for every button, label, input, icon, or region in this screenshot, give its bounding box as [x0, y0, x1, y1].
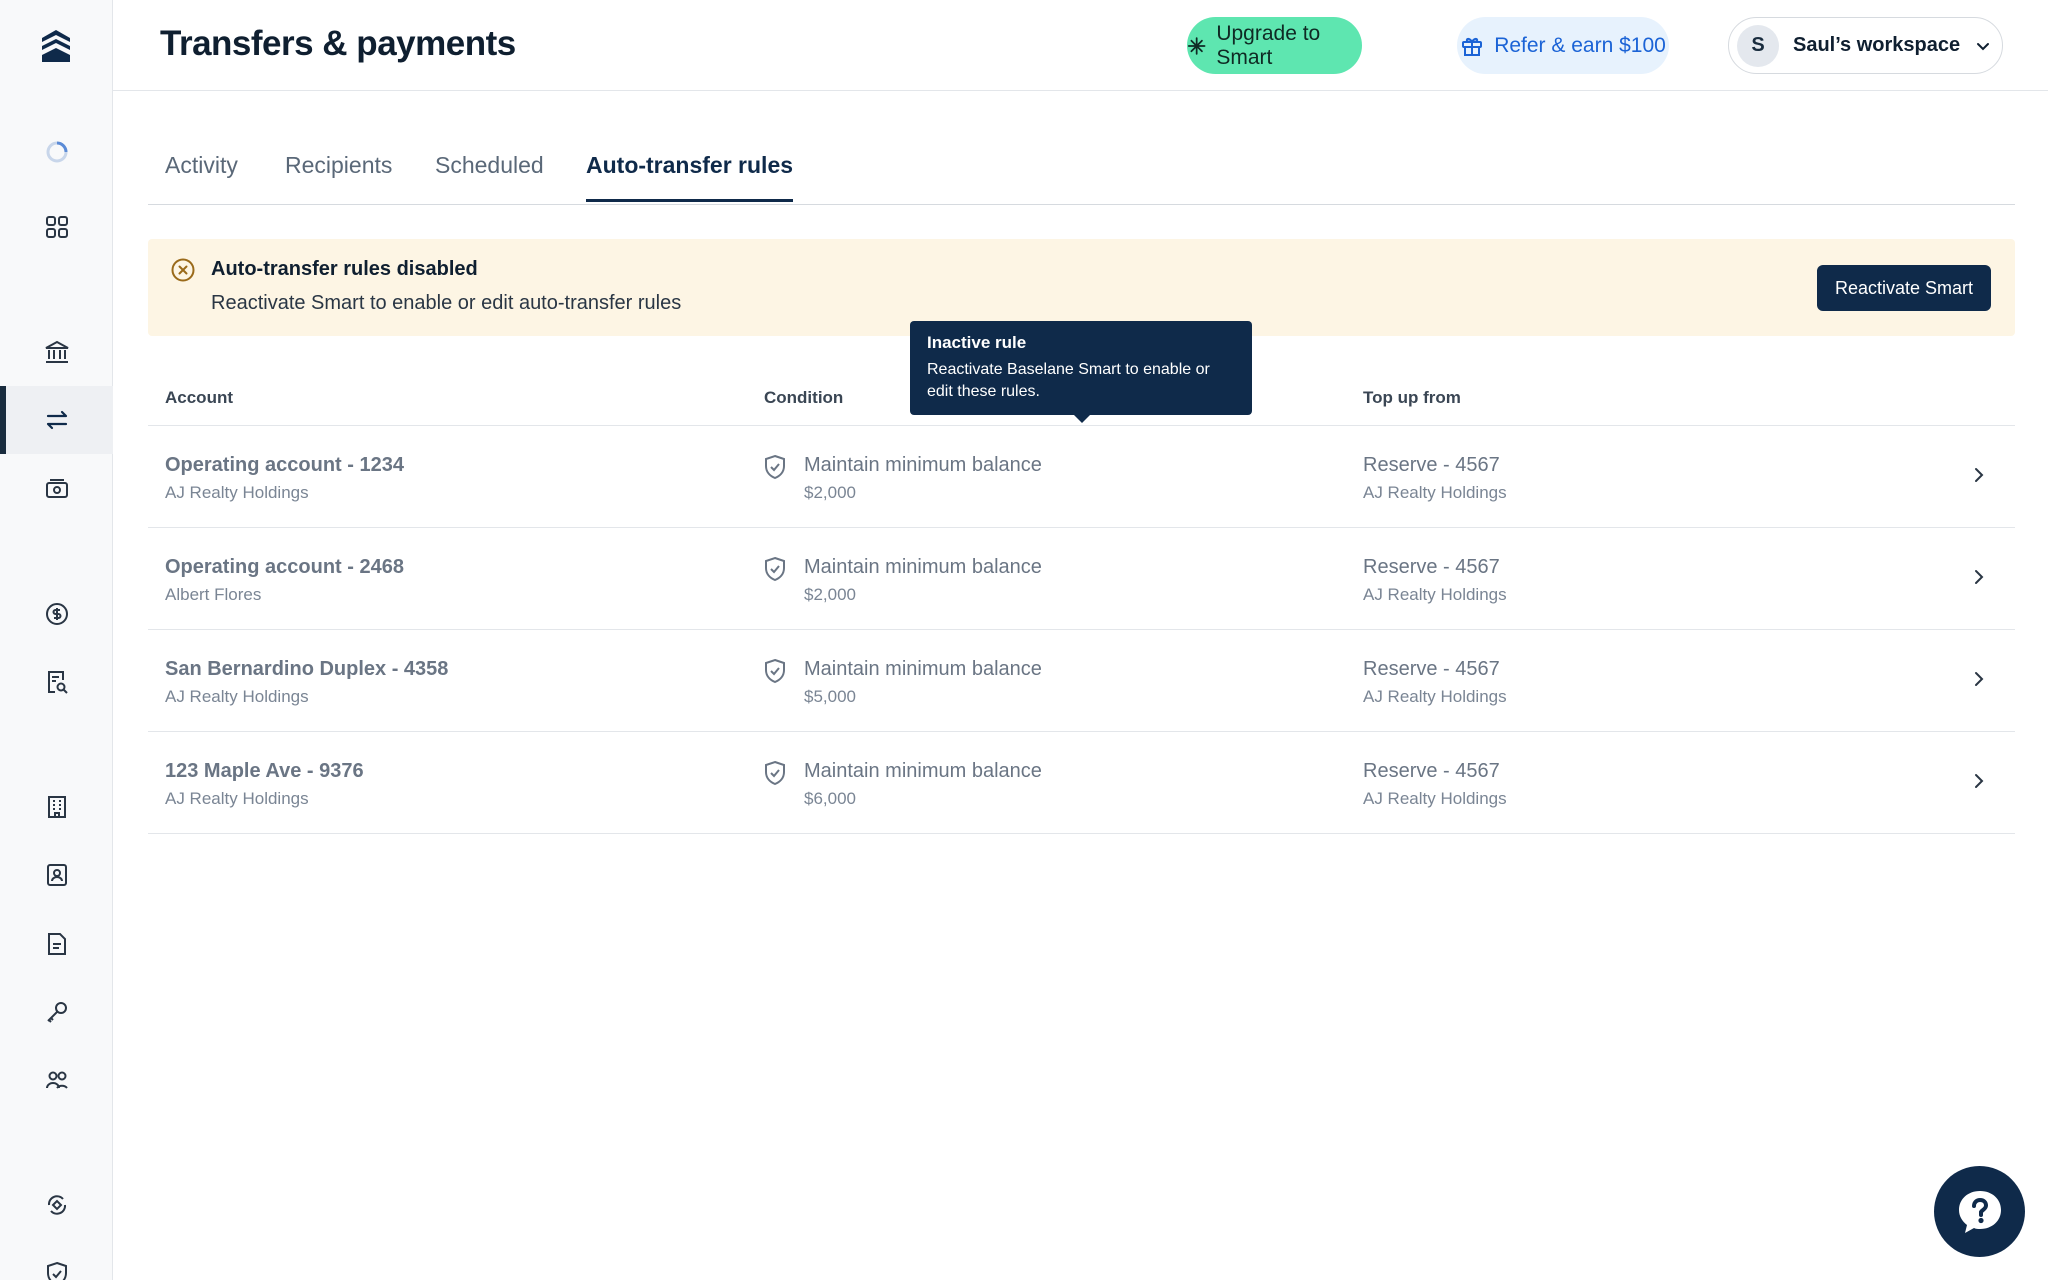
chevron-right-icon[interactable] — [1968, 668, 1990, 690]
gift-icon — [1462, 37, 1483, 56]
banner-title: Auto-transfer rules disabled — [211, 258, 478, 280]
condition-text: Maintain minimum balance — [804, 658, 1042, 680]
logo-icon[interactable] — [38, 28, 74, 64]
upgrade-label: Upgrade to Smart — [1216, 21, 1321, 69]
building-icon[interactable] — [0, 773, 113, 841]
account-owner: AJ Realty Holdings — [165, 789, 309, 808]
chevron-down-icon — [1977, 42, 1990, 50]
partner-icon[interactable] — [0, 1171, 113, 1239]
account-name: San Bernardino Duplex - 4358 — [165, 658, 449, 680]
shield-check-icon[interactable] — [0, 1240, 113, 1280]
source-owner: AJ Realty Holdings — [1363, 789, 1507, 808]
account-name: Operating account - 1234 — [165, 454, 404, 476]
tab-auto-transfer-rules[interactable]: Auto-transfer rules — [586, 152, 794, 202]
column-header-topup: Top up from — [1363, 388, 1461, 407]
cash-icon[interactable] — [0, 455, 113, 523]
tab-scheduled[interactable]: Scheduled — [435, 152, 544, 199]
source-account: Reserve - 4567 — [1363, 760, 1500, 782]
sidebar — [0, 0, 113, 1280]
receipt-search-icon[interactable] — [0, 648, 113, 716]
shield-check-icon — [765, 556, 785, 582]
rules-table: Account Condition Top up from Operating … — [148, 374, 2015, 834]
condition-amount: $5,000 — [804, 687, 856, 706]
top-header: Transfers & payments Upgrade to Smart Re… — [113, 0, 2048, 91]
reactivate-smart-button[interactable]: Reactivate Smart — [1817, 265, 1991, 311]
table-row[interactable]: 123 Maple Ave - 9376 AJ Realty Holdings … — [148, 732, 2015, 834]
tab-activity[interactable]: Activity — [165, 152, 238, 199]
help-chat-button[interactable] — [1934, 1166, 2025, 1257]
workspace-name: Saul’s workspace — [1793, 34, 1961, 56]
tab-recipients[interactable]: Recipients — [285, 152, 392, 199]
chevron-right-icon[interactable] — [1968, 464, 1990, 486]
source-account: Reserve - 4567 — [1363, 454, 1500, 476]
help-chat-icon — [1958, 1190, 2001, 1233]
dashboard-icon[interactable] — [0, 193, 113, 261]
transfers-icon[interactable] — [0, 386, 113, 454]
inactive-rule-tooltip: Inactive rule Reactivate Baselane Smart … — [910, 321, 1252, 423]
condition-amount: $6,000 — [804, 789, 856, 808]
source-owner: AJ Realty Holdings — [1363, 585, 1507, 604]
tooltip-body: Reactivate Baselane Smart to enable or e… — [927, 361, 1210, 400]
shield-check-icon — [765, 658, 785, 684]
avatar: S — [1737, 24, 1779, 67]
condition-amount: $2,000 — [804, 483, 856, 502]
key-icon[interactable] — [0, 978, 113, 1046]
shield-check-icon — [765, 760, 785, 786]
page-title: Transfers & payments — [160, 24, 516, 63]
account-name: Operating account - 2468 — [165, 556, 404, 578]
condition-text: Maintain minimum balance — [804, 454, 1042, 476]
document-icon[interactable] — [0, 910, 113, 978]
table-row[interactable]: Operating account - 1234 AJ Realty Holdi… — [148, 426, 2015, 528]
chevron-right-icon[interactable] — [1968, 566, 1990, 588]
refer-label: Refer & earn $100 — [1494, 33, 1666, 57]
bank-icon[interactable] — [0, 318, 113, 386]
sparkle-icon — [1187, 36, 1206, 55]
account-owner: AJ Realty Holdings — [165, 483, 309, 502]
tab-bar: Activity Recipients Scheduled Auto-trans… — [148, 130, 2015, 205]
tooltip-title: Inactive rule — [927, 333, 1027, 352]
upgrade-to-smart-button[interactable]: Upgrade to Smart — [1187, 17, 1362, 74]
source-owner: AJ Realty Holdings — [1363, 687, 1507, 706]
tenant-icon[interactable] — [0, 841, 113, 909]
dollar-icon[interactable] — [0, 580, 113, 648]
condition-text: Maintain minimum balance — [804, 760, 1042, 782]
account-owner: Albert Flores — [165, 585, 262, 604]
shield-check-icon — [765, 454, 785, 480]
column-header-condition: Condition — [764, 388, 844, 407]
workspace-selector[interactable]: S Saul’s workspace — [1728, 17, 2003, 74]
table-row[interactable]: Operating account - 2468 Albert Flores M… — [148, 528, 2015, 630]
condition-amount: $2,000 — [804, 585, 856, 604]
account-name: 123 Maple Ave - 9376 — [165, 760, 364, 782]
source-account: Reserve - 4567 — [1363, 658, 1500, 680]
condition-text: Maintain minimum balance — [804, 556, 1042, 578]
table-row[interactable]: San Bernardino Duplex - 4358 AJ Realty H… — [148, 630, 2015, 732]
users-icon[interactable] — [0, 1046, 113, 1114]
banner-description: Reactivate Smart to enable or edit auto-… — [211, 292, 682, 314]
account-owner: AJ Realty Holdings — [165, 687, 309, 706]
source-account: Reserve - 4567 — [1363, 556, 1500, 578]
x-circle-icon — [171, 258, 195, 282]
column-header-account: Account — [165, 388, 233, 407]
chevron-right-icon[interactable] — [1968, 770, 1990, 792]
refer-earn-button[interactable]: Refer & earn $100 — [1457, 17, 1669, 74]
loading-icon — [0, 118, 113, 186]
source-owner: AJ Realty Holdings — [1363, 483, 1507, 502]
